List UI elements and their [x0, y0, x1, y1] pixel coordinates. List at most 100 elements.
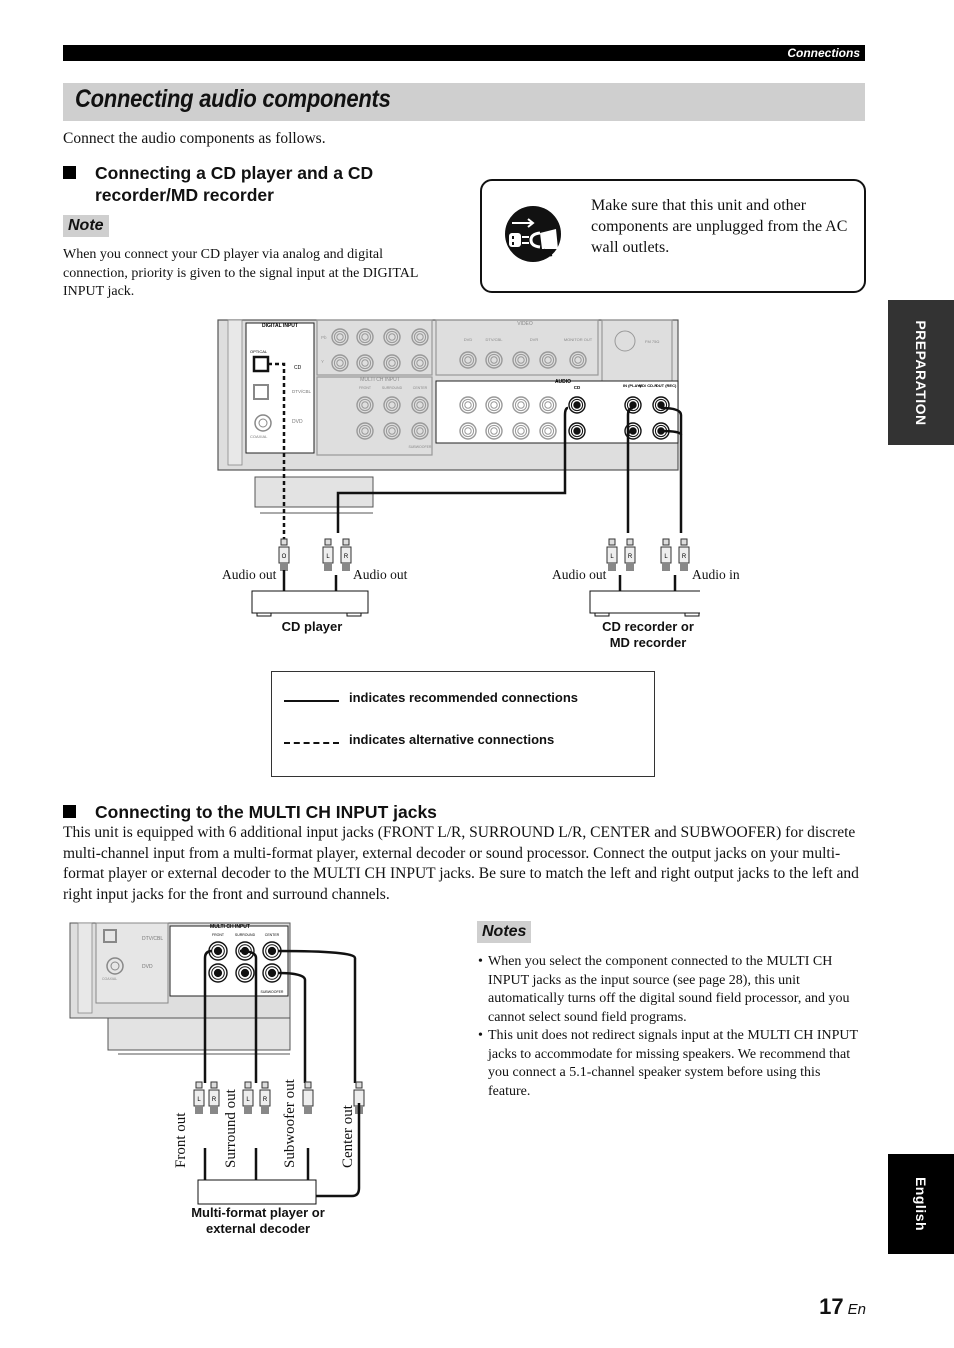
svg-text:R: R: [344, 554, 349, 560]
surround-out-label: Surround out: [223, 1089, 239, 1168]
svg-text:DVR: DVR: [530, 337, 539, 342]
rca-plug: L: [242, 1081, 254, 1114]
svg-text:O: O: [282, 554, 287, 560]
center-out-label: Center out: [340, 1105, 356, 1168]
svg-text:DVD: DVD: [464, 337, 473, 342]
svg-text:R: R: [682, 554, 687, 560]
page-title: Connecting audio components: [75, 85, 391, 113]
heading-bullet-icon: [63, 166, 76, 179]
side-tab-english-label: English: [913, 1176, 929, 1232]
svg-text:DTV/CBL: DTV/CBL: [486, 337, 504, 342]
svg-text:R: R: [628, 554, 633, 560]
recorder-box: [589, 590, 700, 614]
svg-text:Pb: Pb: [321, 335, 327, 340]
multi-format-player-box: [197, 1179, 317, 1205]
note-label: Note: [63, 215, 109, 237]
svg-text:OUT (REC): OUT (REC): [656, 383, 677, 388]
section1-heading: Connecting a CD player and a CD recorder…: [63, 162, 463, 208]
section-header-label: Connections: [787, 46, 860, 60]
cd-player-digital-out-label: Audio out: [222, 567, 277, 582]
notes-list: When you select the component connected …: [478, 953, 863, 1101]
multi-ch-diagram: DTV/CBL DVD COAXIAL MULTI CH INPUT FRONT…: [69, 922, 365, 1205]
svg-text:R: R: [263, 1097, 268, 1103]
optical-label: OPTICAL: [250, 349, 268, 354]
recorder-out-label: Audio out: [552, 567, 607, 582]
unplug-icon: [505, 206, 561, 262]
multi-ch-jack: [208, 963, 228, 983]
svg-text:Y: Y: [321, 359, 324, 364]
subwoofer-out-label: Subwoofer out: [282, 1079, 298, 1168]
svg-text:SUBWOOFER: SUBWOOFER: [409, 445, 432, 449]
multi-format-player-label-line2: external decoder: [205, 1221, 311, 1236]
svg-text:FRONT: FRONT: [212, 933, 225, 937]
svg-text:SURROUND: SURROUND: [382, 386, 403, 390]
rca-plug: L: [193, 1081, 205, 1114]
section2-heading-text: Connecting to the MULTI CH INPUT jacks: [95, 802, 437, 822]
multi-format-player-label-line1: Multi-format player or: [191, 1205, 325, 1220]
side-tab-preparation-label: PREPARATION: [913, 319, 929, 426]
section2-body: This unit is equipped with 6 additional …: [63, 824, 859, 903]
front-out-label: Front out: [173, 1112, 189, 1168]
section-header-bar: Connections: [63, 45, 865, 61]
rca-plug: R: [624, 538, 636, 571]
unplug-warning-box: Make sure that this unit and other compo…: [480, 179, 866, 293]
svg-text:MD/ CD-R: MD/ CD-R: [639, 383, 658, 388]
rca-plug: [302, 1081, 314, 1114]
receiver-foot: [107, 1017, 291, 1051]
svg-text:DVD: DVD: [292, 419, 303, 425]
connection-legend: indicates recommended connections indica…: [271, 671, 655, 777]
audio-jack-active: [568, 422, 586, 440]
rca-plug: L: [322, 538, 334, 571]
multi-ch-input-label: MULTI CH INPUT: [210, 924, 250, 930]
rca-plug: R: [259, 1081, 271, 1114]
note-item: When you select the component connected …: [478, 953, 863, 1027]
svg-text:SUBWOOFER: SUBWOOFER: [261, 990, 284, 994]
section1-heading-line2: recorder/MD recorder: [95, 185, 274, 205]
svg-text:MULTI CH INPUT: MULTI CH INPUT: [360, 377, 400, 383]
page-language: En: [847, 1301, 866, 1318]
optical-jack-cd: [252, 355, 270, 373]
digital-input-label: DIGITAL INPUT: [262, 323, 298, 329]
side-tab-english[interactable]: English: [888, 1154, 954, 1254]
optical-jack-dtv: [253, 384, 269, 400]
svg-text:FRONT: FRONT: [359, 386, 372, 390]
cd-player-analog-out-label: Audio out: [353, 567, 408, 582]
rca-plug: R: [340, 538, 352, 571]
note-item: This unit does not redirect signals inpu…: [478, 1027, 863, 1101]
cd-player-box: [251, 590, 369, 614]
svg-text:DTV/CBL: DTV/CBL: [142, 936, 163, 942]
svg-text:DTV/CBL: DTV/CBL: [292, 389, 312, 394]
recorder-label: CD recorder or MD recorder: [578, 619, 718, 651]
audio-jack-active: [568, 396, 586, 414]
svg-text:FM 75Ω: FM 75Ω: [645, 339, 659, 344]
svg-text:MONITOR OUT: MONITOR OUT: [564, 337, 593, 342]
recorder-label-line2: MD recorder: [609, 635, 687, 650]
section2-heading: Connecting to the MULTI CH INPUT jacks: [63, 801, 663, 823]
note-text: When you connect your CD player via anal…: [63, 247, 418, 299]
rca-plug: L: [606, 538, 618, 571]
svg-text:CD: CD: [574, 385, 581, 390]
audio-jack-active: [652, 396, 670, 414]
heading-bullet-icon: [63, 805, 76, 818]
svg-text:VIDEO: VIDEO: [517, 321, 533, 327]
page-title-bar: Connecting audio components: [63, 83, 865, 121]
svg-text:DVD: DVD: [142, 964, 153, 970]
svg-text:SURROUND: SURROUND: [235, 933, 256, 937]
rca-plug: R: [678, 538, 690, 571]
multi-ch-jack: [235, 963, 255, 983]
section1-heading-line1: Connecting a CD player and a CD: [95, 163, 374, 183]
rca-plug: L: [660, 538, 672, 571]
svg-text:CENTER: CENTER: [265, 933, 280, 937]
svg-text:R: R: [212, 1097, 217, 1103]
page-number-value: 17: [819, 1294, 844, 1319]
multi-format-player-label: Multi-format player or external decoder: [178, 1205, 338, 1237]
optical-plug: O: [278, 538, 290, 571]
intro-text: Connect the audio components as follows.: [63, 130, 326, 147]
digital-cd-label: CD: [294, 365, 302, 371]
svg-text:CENTER: CENTER: [413, 386, 428, 390]
recorder-label-line1: CD recorder or: [602, 619, 694, 634]
solid-line-icon: [284, 700, 339, 702]
side-tab-preparation[interactable]: PREPARATION: [888, 300, 954, 445]
page-number: 17 En: [819, 1294, 866, 1320]
notes-label: Notes: [477, 921, 532, 943]
